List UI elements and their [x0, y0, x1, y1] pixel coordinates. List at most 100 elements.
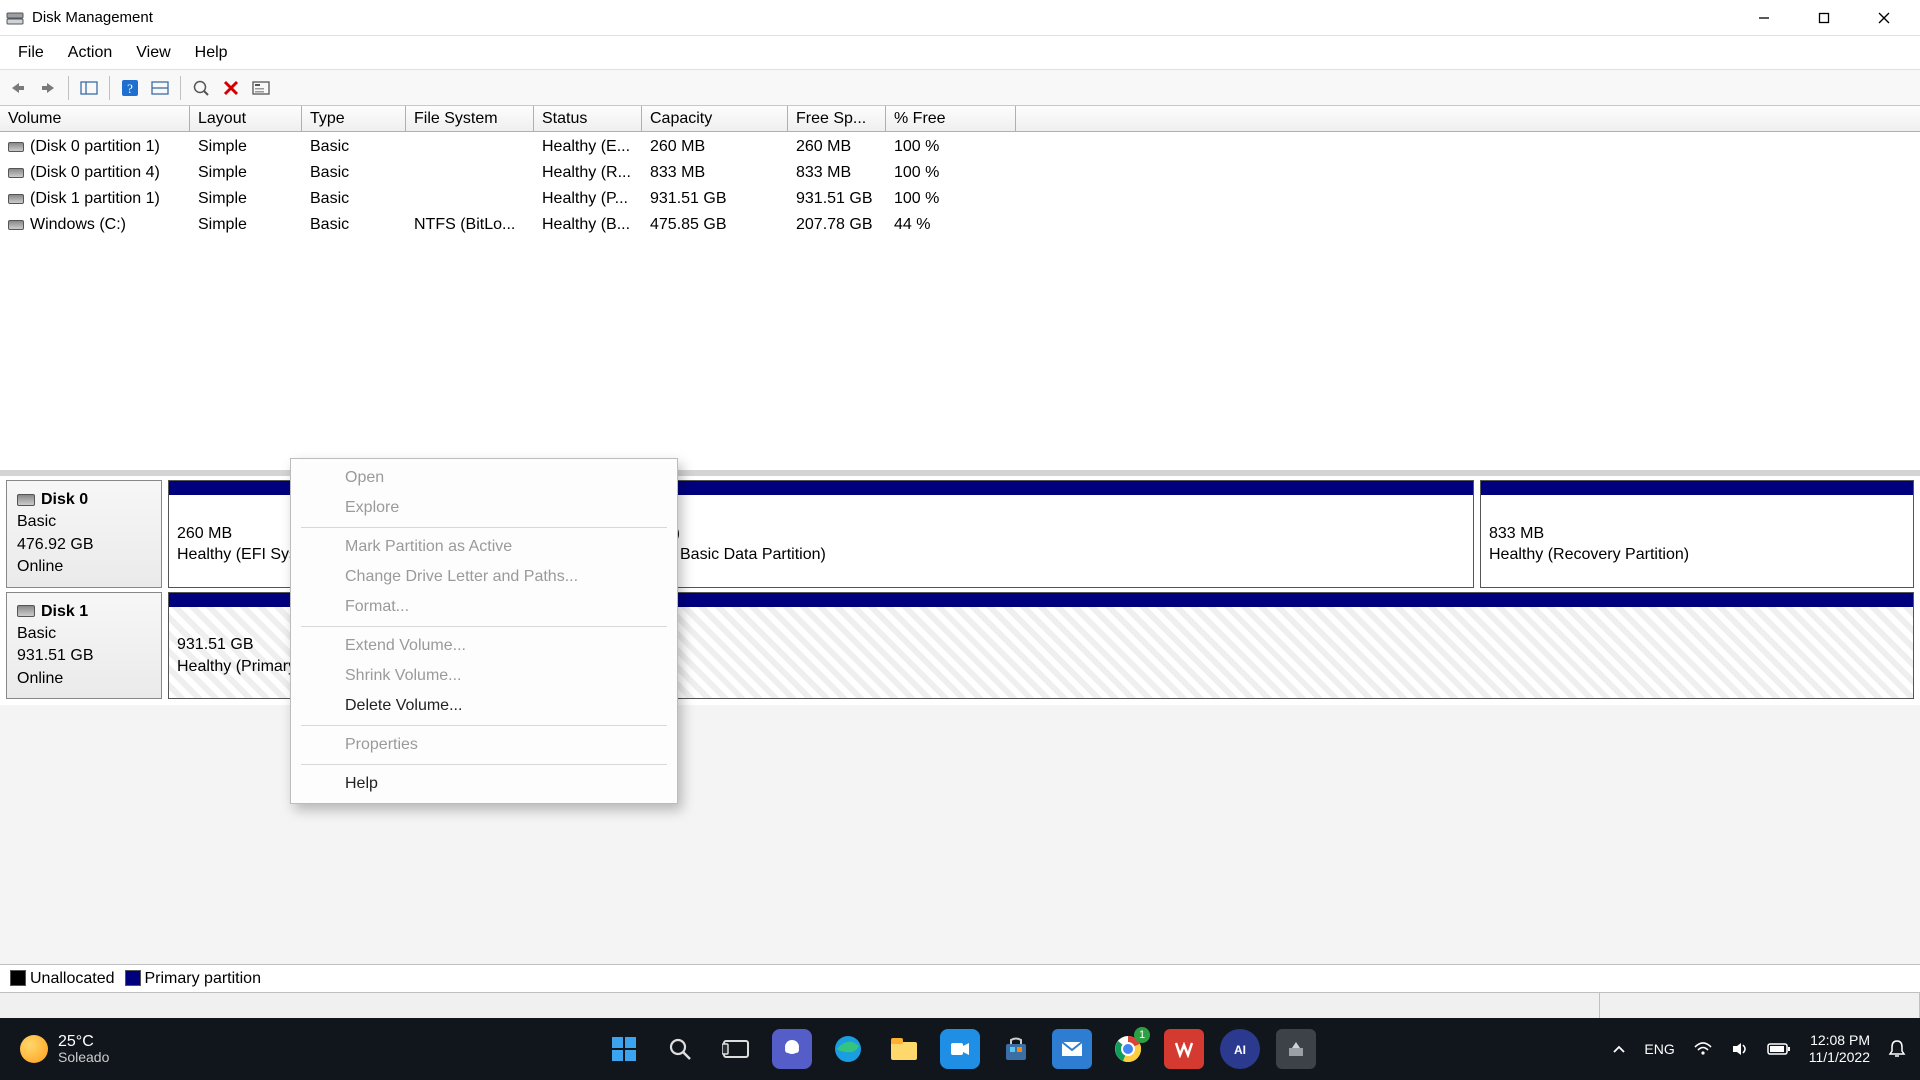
volume-rows: (Disk 0 partition 1) Simple Basic Health… — [0, 132, 1920, 470]
content-area: Volume Layout Type File System Status Ca… — [0, 106, 1920, 1018]
menu-view[interactable]: View — [124, 40, 182, 66]
window-buttons — [1734, 0, 1914, 36]
tray-clock[interactable]: 12:08 PM 11/1/2022 — [1809, 1032, 1870, 1066]
col-capacity[interactable]: Capacity — [642, 106, 788, 131]
clock-date: 11/1/2022 — [1809, 1049, 1870, 1066]
settings-view-button[interactable] — [146, 74, 174, 102]
system-tray: ENG 12:08 PM 11/1/2022 — [1612, 1032, 1920, 1066]
volume-icon — [8, 220, 24, 230]
meet-icon[interactable] — [940, 1029, 980, 1069]
volume-row[interactable]: (Disk 0 partition 4) Simple Basic Health… — [0, 160, 1920, 186]
partition-header — [1481, 481, 1913, 495]
col-volume[interactable]: Volume — [0, 106, 190, 131]
cm-delete[interactable]: Delete Volume... — [291, 691, 677, 721]
volume-layout: Simple — [190, 134, 302, 160]
disk-name: Disk 1 — [41, 603, 88, 620]
disk-info-0[interactable]: Disk 0 Basic 476.92 GB Online — [6, 480, 162, 588]
volume-row[interactable]: (Disk 1 partition 1) Simple Basic Health… — [0, 186, 1920, 212]
menu-file[interactable]: File — [6, 40, 56, 66]
disk-icon — [17, 605, 35, 617]
partition-disk0-recovery[interactable]: 833 MB Healthy (Recovery Partition) — [1480, 480, 1914, 588]
store-icon[interactable] — [996, 1029, 1036, 1069]
ai-icon[interactable]: AI — [1220, 1029, 1260, 1069]
cm-help[interactable]: Help — [291, 769, 677, 799]
chrome-icon[interactable]: 1 — [1108, 1029, 1148, 1069]
back-button[interactable] — [4, 74, 32, 102]
volume-type: Basic — [302, 134, 406, 160]
volume-name: (Disk 0 partition 4) — [30, 164, 160, 182]
col-freespace[interactable]: Free Sp... — [788, 106, 886, 131]
taskbar-center: 1 AI — [604, 1029, 1316, 1069]
delete-button[interactable] — [217, 74, 245, 102]
statusbar — [0, 992, 1920, 1018]
disk-state: Online — [17, 668, 151, 690]
app-icon-generic[interactable] — [1276, 1029, 1316, 1069]
col-pctfree[interactable]: % Free — [886, 106, 1016, 131]
legend-swatch-unallocated — [10, 970, 26, 986]
col-layout[interactable]: Layout — [190, 106, 302, 131]
properties-button[interactable] — [247, 74, 275, 102]
legend-unallocated: Unallocated — [30, 970, 115, 987]
start-button[interactable] — [604, 1029, 644, 1069]
cm-properties: Properties — [291, 730, 677, 760]
forward-button[interactable] — [34, 74, 62, 102]
edge-icon[interactable] — [828, 1029, 868, 1069]
disk-management-window: Disk Management File Action View Help ? — [0, 0, 1920, 1080]
battery-icon[interactable] — [1767, 1042, 1791, 1056]
volume-list-header: Volume Layout Type File System Status Ca… — [0, 106, 1920, 132]
toolbar: ? — [0, 70, 1920, 106]
disk-type: Basic — [17, 511, 151, 533]
refresh-button[interactable] — [187, 74, 215, 102]
volume-icon — [8, 168, 24, 178]
volume-row[interactable]: Windows (C:) Simple Basic NTFS (BitLo...… — [0, 212, 1920, 238]
volume-cap: 260 MB — [642, 134, 788, 160]
show-hide-console-button[interactable] — [75, 74, 103, 102]
cm-mark-active: Mark Partition as Active — [291, 532, 677, 562]
wifi-icon[interactable] — [1693, 1041, 1713, 1057]
menu-help[interactable]: Help — [183, 40, 240, 66]
search-icon[interactable] — [660, 1029, 700, 1069]
minimize-button[interactable] — [1734, 0, 1794, 36]
disk-info-1[interactable]: Disk 1 Basic 931.51 GB Online — [6, 592, 162, 700]
weather-temp: 25°C — [58, 1033, 109, 1051]
notifications-icon[interactable] — [1888, 1039, 1906, 1059]
disk-graphical-view: Disk 0 Basic 476.92 GB Online 260 MB Hea… — [0, 476, 1920, 705]
col-filesystem[interactable]: File System — [406, 106, 534, 131]
tray-language[interactable]: ENG — [1644, 1041, 1674, 1057]
clock-time: 12:08 PM — [1809, 1032, 1870, 1049]
cm-explore: Explore — [291, 493, 677, 523]
svg-text:?: ? — [127, 81, 133, 96]
chat-icon[interactable] — [772, 1029, 812, 1069]
col-status[interactable]: Status — [534, 106, 642, 131]
volume-free: 260 MB — [788, 134, 886, 160]
maximize-button[interactable] — [1794, 0, 1854, 36]
weather-desc: Soleado — [58, 1050, 109, 1065]
help-button[interactable]: ? — [116, 74, 144, 102]
taskbar: 25°C Soleado 1 AI ENG 12:08 — [0, 1018, 1920, 1080]
volume-name: (Disk 1 partition 1) — [30, 190, 160, 208]
context-menu: Open Explore Mark Partition as Active Ch… — [290, 458, 678, 804]
partition-size: 833 MB — [1489, 523, 1905, 545]
legend: Unallocated Primary partition — [0, 964, 1920, 992]
wps-icon[interactable] — [1164, 1029, 1204, 1069]
app-icon — [6, 9, 24, 27]
tray-overflow-icon[interactable] — [1612, 1044, 1626, 1054]
volume-fs — [406, 134, 534, 160]
titlebar: Disk Management — [0, 0, 1920, 36]
legend-swatch-primary — [125, 970, 141, 986]
volume-icon[interactable] — [1731, 1041, 1749, 1057]
cm-change-letter: Change Drive Letter and Paths... — [291, 562, 677, 592]
explorer-icon[interactable] — [884, 1029, 924, 1069]
disk-size: 931.51 GB — [17, 645, 151, 667]
mail-icon[interactable] — [1052, 1029, 1092, 1069]
cm-shrink: Shrink Volume... — [291, 661, 677, 691]
taskbar-weather[interactable]: 25°C Soleado — [0, 1033, 109, 1066]
menu-action[interactable]: Action — [56, 40, 124, 66]
col-type[interactable]: Type — [302, 106, 406, 131]
window-title: Disk Management — [32, 9, 153, 26]
close-button[interactable] — [1854, 0, 1914, 36]
partition-status: Healthy (Recovery Partition) — [1489, 544, 1905, 566]
volume-row[interactable]: (Disk 0 partition 1) Simple Basic Health… — [0, 134, 1920, 160]
cm-format: Format... — [291, 592, 677, 622]
taskview-icon[interactable] — [716, 1029, 756, 1069]
